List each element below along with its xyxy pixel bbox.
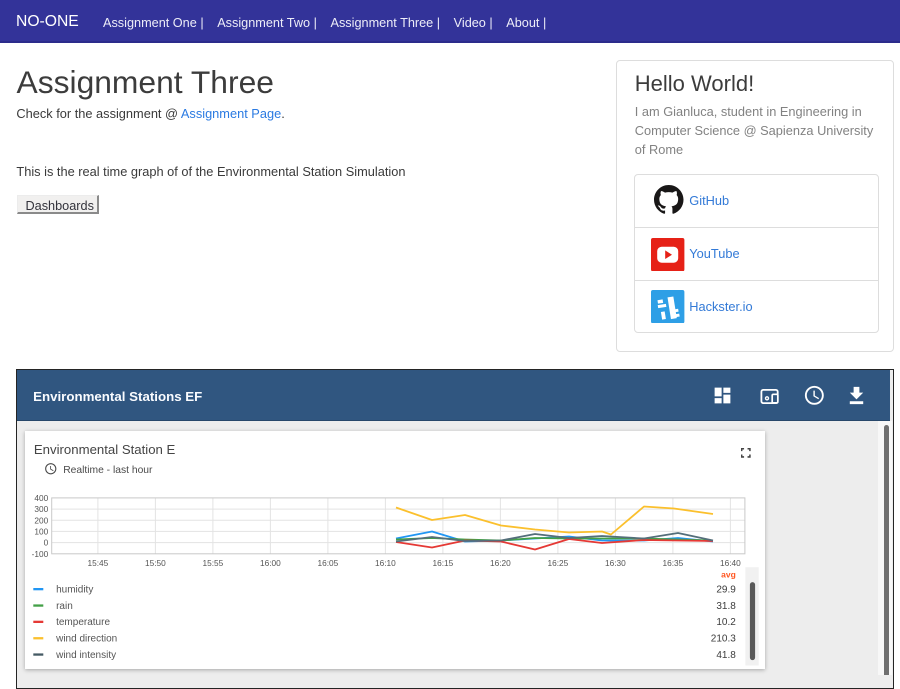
svg-text:16:05: 16:05 bbox=[318, 558, 339, 568]
svg-text:210.3: 210.3 bbox=[711, 633, 736, 644]
svg-text:15:55: 15:55 bbox=[203, 558, 224, 568]
svg-text:31.8: 31.8 bbox=[717, 600, 737, 611]
svg-text:humidity: humidity bbox=[56, 584, 93, 595]
svg-text:-100: -100 bbox=[32, 548, 49, 558]
svg-text:16:15: 16:15 bbox=[433, 558, 454, 568]
svg-text:41.8: 41.8 bbox=[717, 649, 737, 660]
svg-text:100: 100 bbox=[35, 526, 49, 536]
svg-text:avg: avg bbox=[721, 569, 736, 579]
svg-text:wind direction: wind direction bbox=[55, 633, 117, 644]
svg-text:16:30: 16:30 bbox=[605, 558, 626, 568]
svg-text:16:40: 16:40 bbox=[720, 558, 741, 568]
svg-text:16:35: 16:35 bbox=[663, 558, 684, 568]
svg-text:rain: rain bbox=[56, 600, 73, 611]
svg-text:16:25: 16:25 bbox=[548, 558, 569, 568]
svg-text:200: 200 bbox=[35, 515, 49, 525]
svg-text:16:10: 16:10 bbox=[375, 558, 396, 568]
svg-text:temperature: temperature bbox=[56, 617, 110, 628]
svg-text:29.9: 29.9 bbox=[717, 584, 737, 595]
svg-text:15:50: 15:50 bbox=[145, 558, 166, 568]
svg-text:0: 0 bbox=[44, 537, 49, 547]
svg-text:15:45: 15:45 bbox=[88, 558, 109, 568]
svg-text:16:00: 16:00 bbox=[260, 558, 281, 568]
svg-text:16:20: 16:20 bbox=[490, 558, 511, 568]
svg-text:400: 400 bbox=[35, 492, 49, 502]
svg-text:10.2: 10.2 bbox=[717, 617, 737, 628]
svg-text:300: 300 bbox=[35, 504, 49, 514]
svg-text:wind intensity: wind intensity bbox=[55, 649, 116, 660]
